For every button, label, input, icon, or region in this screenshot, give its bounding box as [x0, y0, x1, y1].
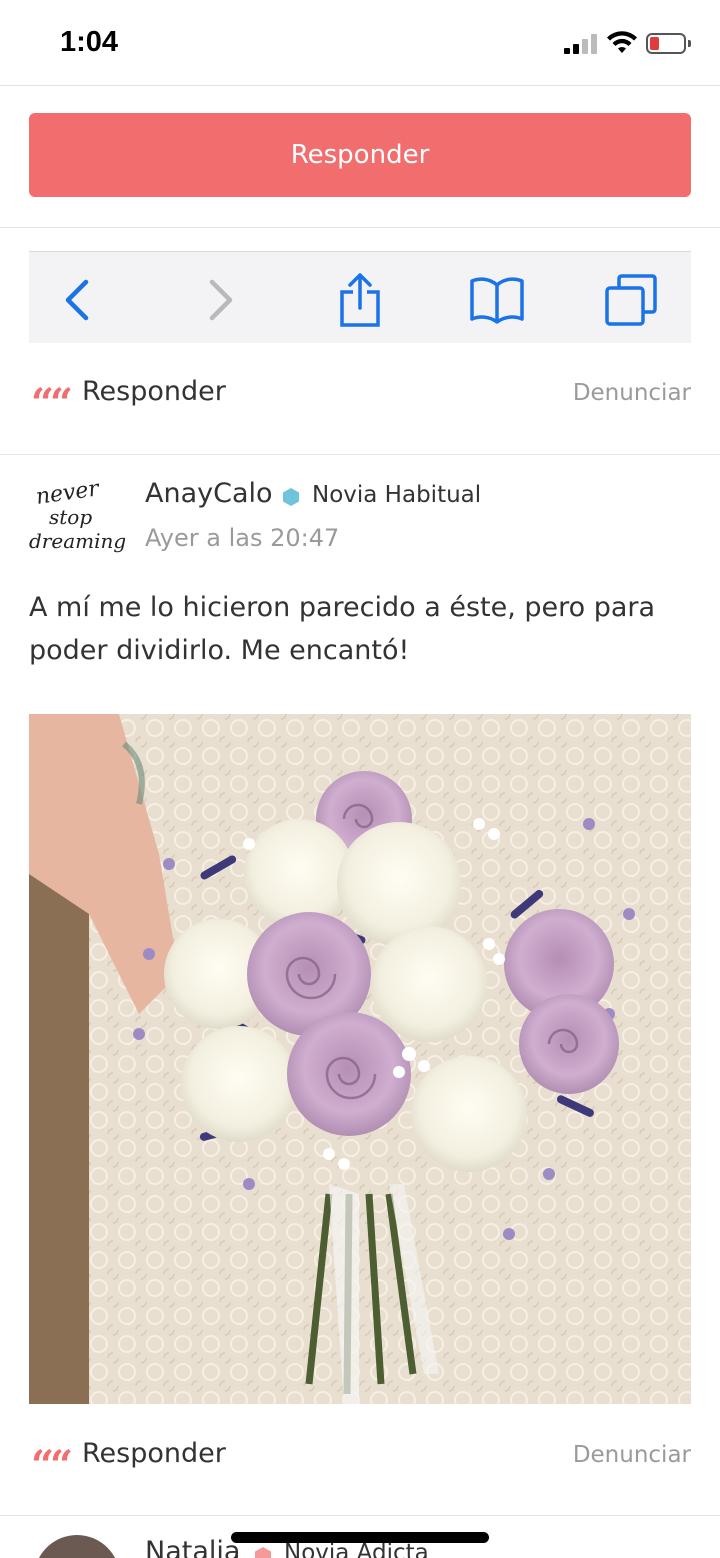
battery-icon [646, 33, 686, 54]
reply-link[interactable]: Responder [82, 1438, 226, 1469]
action-row: ““ Responder Denunciar [29, 366, 691, 426]
reply-link[interactable]: Responder [82, 376, 226, 407]
reply-bar: Responder [0, 87, 720, 228]
post-action-row: ““ Responder Denunciar [29, 1428, 691, 1488]
post-username[interactable]: AnayCalo [145, 478, 273, 509]
forward-icon[interactable] [191, 270, 251, 330]
divider [0, 454, 720, 455]
report-link[interactable]: Denunciar [573, 1442, 691, 1468]
share-icon[interactable] [330, 270, 390, 330]
wifi-icon [607, 31, 637, 53]
browser-toolbar [29, 251, 691, 343]
badge-icon [283, 488, 299, 506]
badge-icon [255, 1547, 271, 1558]
post-timestamp: Ayer a las 20:47 [145, 524, 340, 552]
svg-text:stop: stop [49, 505, 92, 529]
next-post-avatar[interactable] [34, 1535, 120, 1558]
status-bar: 1:04 [0, 0, 720, 86]
tabs-icon[interactable] [601, 270, 661, 330]
bookmarks-icon[interactable] [467, 270, 527, 330]
post-body: A mí me lo hicieron parecido a éste, per… [29, 592, 656, 666]
post-photo[interactable] [29, 714, 691, 1404]
user-badge: Novia Habitual [312, 482, 482, 508]
svg-text:dreaming: dreaming [29, 529, 125, 553]
avatar[interactable]: never stop dreaming [29, 478, 125, 558]
report-link[interactable]: Denunciar [573, 380, 691, 406]
quote-icon: ““ [31, 380, 73, 427]
signal-icon [564, 34, 598, 54]
home-indicator[interactable] [231, 1532, 489, 1543]
next-post-username[interactable]: Natalia [145, 1536, 240, 1558]
status-time: 1:04 [60, 26, 119, 58]
battery-tip [688, 40, 691, 47]
quote-icon: ““ [31, 1442, 73, 1489]
back-icon[interactable] [47, 270, 107, 330]
reply-button[interactable]: Responder [29, 113, 691, 197]
divider [0, 1515, 720, 1516]
